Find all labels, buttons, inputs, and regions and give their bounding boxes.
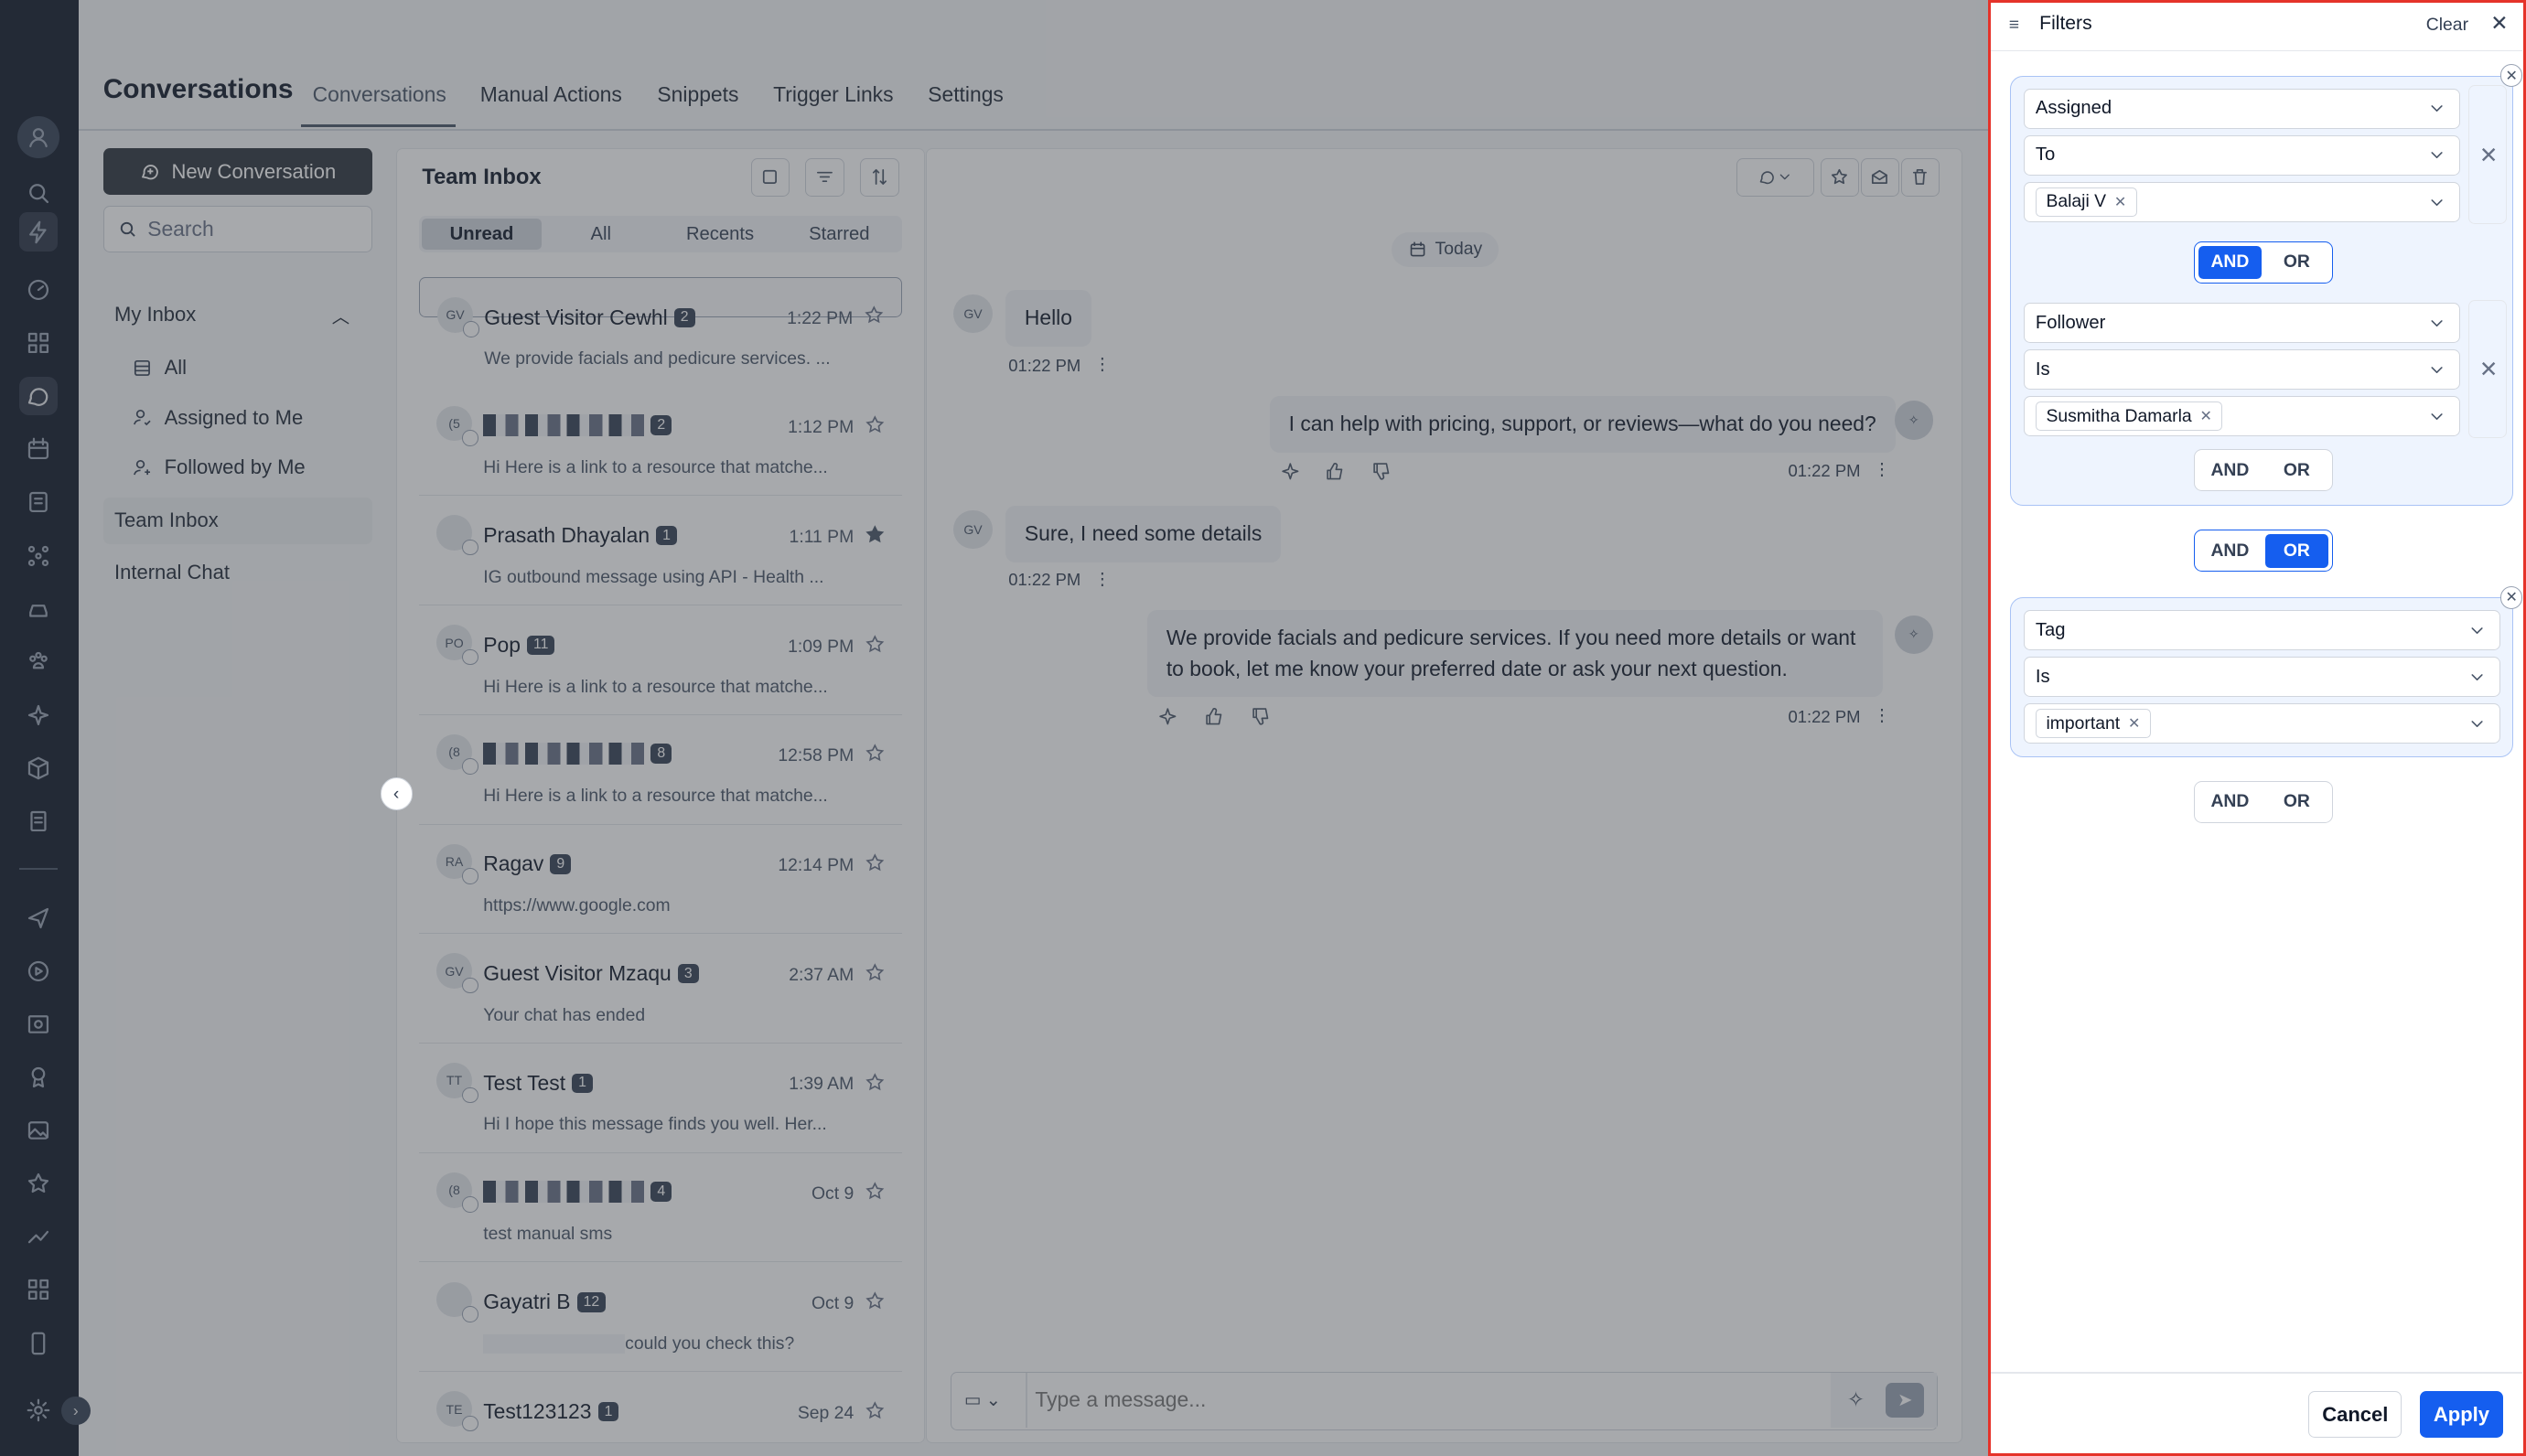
remove-chip-icon[interactable]: ✕: [2199, 407, 2211, 425]
operator-value: Is: [2035, 666, 2050, 687]
value-chip: important ✕: [2035, 709, 2151, 739]
chip-label: Balaji V: [2046, 191, 2107, 212]
add-condition-connector: AND OR: [2194, 449, 2333, 492]
condition-field-select[interactable]: Assigned: [2023, 88, 2460, 129]
or-option[interactable]: OR: [2265, 454, 2328, 487]
chevron-down-icon: [2427, 193, 2446, 212]
chevron-down-icon: [2427, 99, 2446, 118]
panel-footer-divider: [1991, 1372, 2523, 1374]
close-panel-icon[interactable]: ✕: [2490, 11, 2508, 36]
condition-connector-toggle: AND OR: [2194, 241, 2333, 284]
chevron-down-icon: [2427, 360, 2446, 380]
value-chip: Susmitha Damarla ✕: [2035, 401, 2223, 432]
field-value: Follower: [2035, 312, 2106, 333]
condition-value-select[interactable]: Balaji V ✕: [2023, 181, 2460, 222]
remove-condition-icon[interactable]: ✕: [2479, 142, 2499, 169]
and-option[interactable]: AND: [2198, 454, 2262, 487]
condition-operator-select[interactable]: To: [2023, 134, 2460, 176]
operator-value: Is: [2035, 359, 2050, 380]
remove-condition-icon[interactable]: ✕: [2479, 356, 2499, 383]
chevron-down-icon: [2427, 407, 2446, 426]
operator-value: To: [2035, 145, 2056, 166]
condition-operator-select[interactable]: Is: [2023, 349, 2460, 391]
or-option[interactable]: OR: [2265, 246, 2328, 280]
chevron-down-icon: [2427, 314, 2446, 333]
and-option[interactable]: AND: [2198, 786, 2262, 819]
filter-lines-icon: ≡: [2008, 14, 2019, 35]
condition-value-select[interactable]: Susmitha Damarla ✕: [2023, 396, 2460, 437]
chevron-down-icon: [2427, 145, 2446, 165]
apply-button[interactable]: Apply: [2419, 1391, 2504, 1439]
remove-chip-icon[interactable]: ✕: [2114, 193, 2126, 211]
condition-operator-select[interactable]: Is: [2023, 657, 2500, 698]
add-group-connector: AND OR: [2194, 780, 2333, 823]
and-option[interactable]: AND: [2198, 534, 2262, 568]
chevron-down-icon: [2467, 621, 2487, 640]
filters-title: Filters: [2039, 13, 2092, 35]
chip-label: Susmitha Damarla: [2046, 405, 2192, 426]
modal-backdrop[interactable]: [0, 0, 1988, 1456]
clear-filters-button[interactable]: Clear: [2426, 15, 2468, 36]
cancel-button[interactable]: Cancel: [2308, 1391, 2402, 1439]
remove-group-icon[interactable]: ✕: [2499, 585, 2523, 609]
chip-label: important: [2046, 712, 2121, 733]
chevron-down-icon: [2467, 714, 2487, 733]
chevron-down-icon: [2467, 668, 2487, 687]
group-connector-toggle: AND OR: [2194, 530, 2333, 573]
panel-header-divider: [1991, 49, 2523, 52]
remove-chip-icon[interactable]: ✕: [2128, 714, 2140, 733]
value-chip: Balaji V ✕: [2035, 187, 2137, 217]
condition-field-select[interactable]: Follower: [2023, 303, 2460, 344]
or-option[interactable]: OR: [2264, 533, 2329, 568]
collapse-list-button[interactable]: ‹: [380, 777, 413, 810]
or-option[interactable]: OR: [2265, 786, 2328, 819]
and-option[interactable]: AND: [2198, 245, 2263, 280]
field-value: Tag: [2035, 619, 2066, 640]
condition-field-select[interactable]: Tag: [2023, 610, 2500, 651]
condition-value-select[interactable]: important ✕: [2023, 703, 2500, 744]
field-value: Assigned: [2035, 98, 2112, 119]
